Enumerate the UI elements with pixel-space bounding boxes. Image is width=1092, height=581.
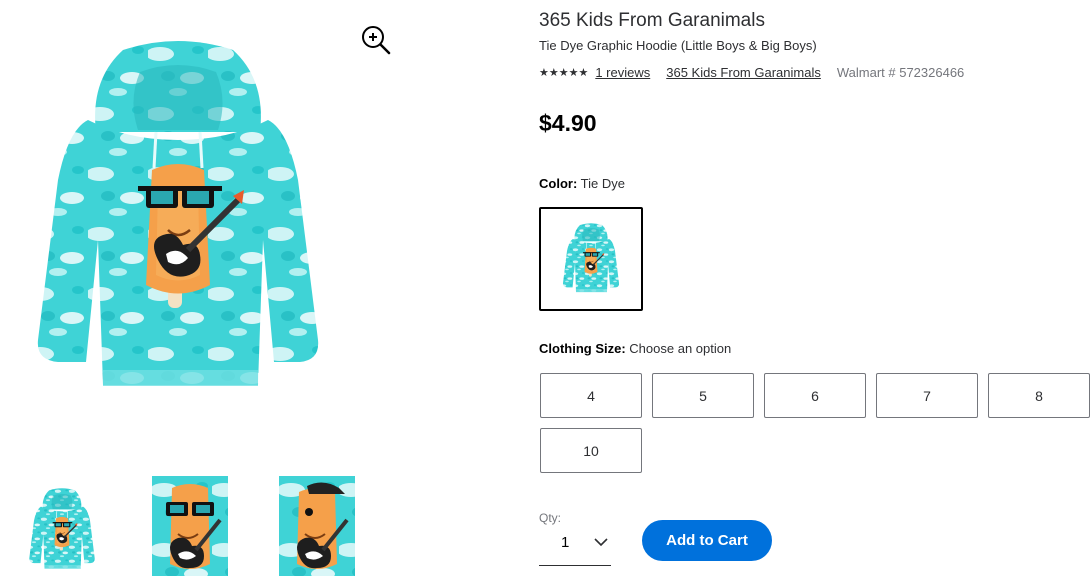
thumbnail-front[interactable] (24, 476, 100, 576)
color-swatch-tie-dye[interactable] (539, 207, 643, 311)
size-option-6[interactable]: 6 (764, 373, 866, 418)
size-option-8[interactable]: 8 (988, 373, 1090, 418)
quantity-select[interactable]: 1 (539, 524, 611, 566)
zoom-in-icon[interactable] (360, 24, 392, 56)
brand-link[interactable]: 365 Kids From Garanimals (666, 65, 821, 80)
main-product-image[interactable] (28, 40, 328, 400)
walmart-item-number: Walmart # 572326466 (836, 64, 965, 80)
color-label: Color: Tie Dye (539, 176, 625, 191)
color-label-value: Tie Dye (580, 176, 625, 191)
reviews-link[interactable]: 1 reviews (595, 65, 650, 80)
color-label-key: Color: (539, 176, 578, 191)
size-option-5[interactable]: 5 (652, 373, 754, 418)
thumbnail-graphic-closeup[interactable] (152, 476, 228, 576)
size-label-value: Choose an option (629, 341, 732, 356)
size-option-10[interactable]: 10 (540, 428, 642, 473)
product-brand-title: 365 Kids From Garanimals (539, 10, 765, 31)
product-price: $4.90 (539, 110, 597, 136)
size-option-4[interactable]: 4 (540, 373, 642, 418)
quantity-label: Qty: (539, 511, 562, 525)
thumbnail-graphic-alt[interactable] (279, 476, 355, 576)
chevron-down-icon (594, 538, 608, 547)
add-to-cart-button[interactable]: Add to Cart (642, 520, 772, 561)
swatch-hoodie-image (561, 223, 621, 295)
size-option-7[interactable]: 7 (876, 373, 978, 418)
product-subtitle: Tie Dye Graphic Hoodie (Little Boys & Bi… (539, 38, 817, 53)
rating-row: ★★★★★ 1 reviews 365 Kids From Garanimals… (539, 63, 964, 81)
quantity-value: 1 (561, 534, 570, 551)
size-label-key: Clothing Size: (539, 341, 626, 356)
size-label: Clothing Size: Choose an option (539, 341, 731, 356)
thumbnail-strip (0, 476, 380, 581)
star-rating-icon: ★★★★★ (539, 66, 589, 79)
